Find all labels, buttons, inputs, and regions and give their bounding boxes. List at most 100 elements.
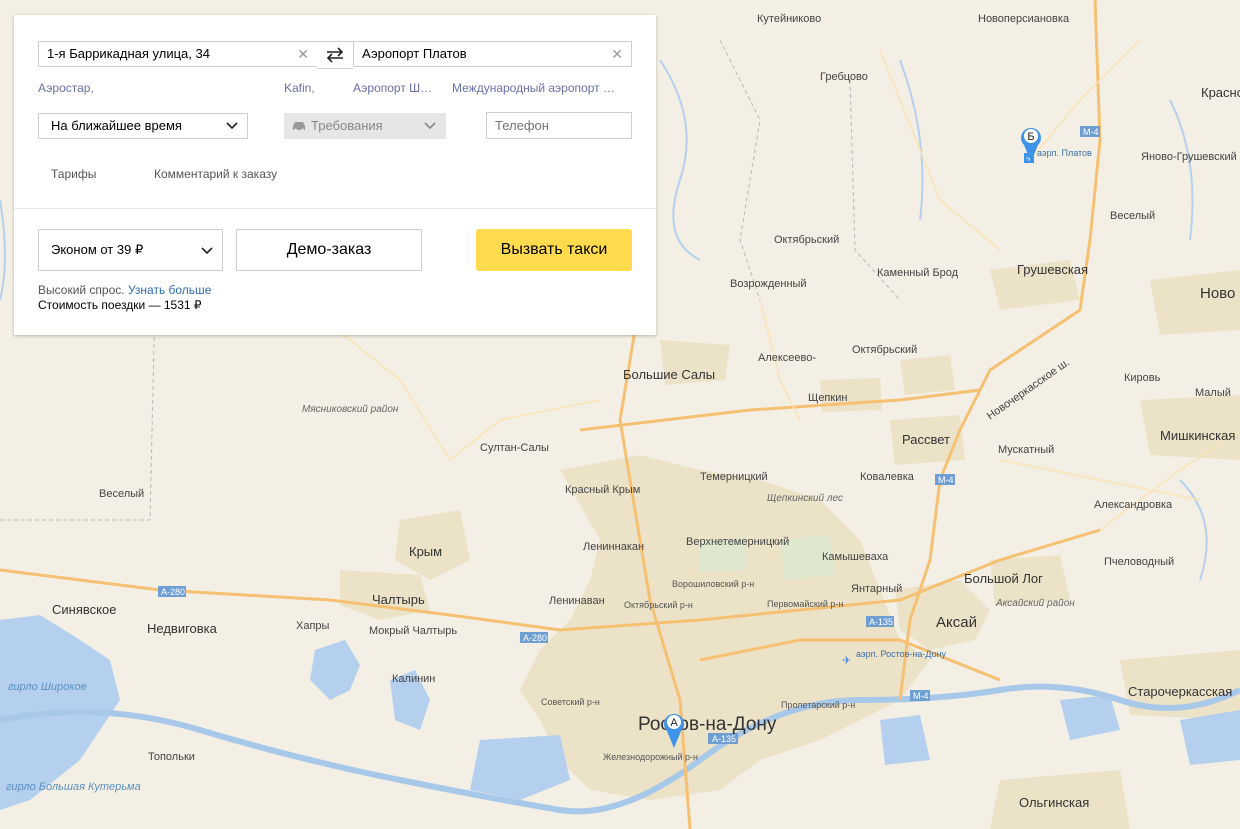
svg-text:Пчеловодный: Пчеловодный (1104, 556, 1174, 568)
svg-text:Яново-Грушевский: Яново-Грушевский (1141, 151, 1237, 163)
tariff-select-value: Эконом от 39 ₽ (51, 242, 144, 257)
label-nedvigovka: Недвиговка (147, 621, 218, 636)
label-starocherkasskaya: Старочеркасская (1128, 684, 1232, 699)
svg-text:Калинин: Калинин (392, 673, 435, 685)
label-mishkinskaya: Мишкинская (1160, 428, 1235, 443)
svg-text:М-4: М-4 (913, 691, 929, 701)
requirements-label: Требования (311, 118, 383, 133)
phone-input[interactable] (486, 112, 632, 139)
svg-text:А: А (670, 717, 678, 729)
svg-text:Мокрый Чалтырь: Мокрый Чалтырь (369, 625, 457, 637)
svg-text:А-280: А-280 (523, 633, 547, 643)
label-chaltyr: Чалтырь (372, 592, 425, 607)
svg-text:Железнодорожный р-н: Железнодорожный р-н (603, 752, 698, 762)
svg-text:Ковалевка: Ковалевка (860, 471, 915, 483)
learn-more-link[interactable]: Узнать больше (128, 283, 211, 297)
demo-order-button[interactable]: Демо-заказ (236, 229, 422, 271)
to-address-value: Аэропорт Платов (362, 46, 467, 61)
demand-text: Высокий спрос. (38, 283, 125, 297)
suggestion-kafin[interactable]: Kafin, (284, 81, 315, 95)
tariffs-link[interactable]: Тарифы (51, 167, 96, 181)
svg-text:Топольки: Топольки (148, 751, 195, 763)
time-select[interactable]: На ближайшее время (38, 113, 248, 139)
label-sinyavskoe: Синявское (52, 602, 116, 617)
svg-text:А-135: А-135 (712, 734, 736, 744)
clear-to-icon[interactable]: ✕ (611, 42, 623, 66)
suggestion-intl-airport[interactable]: Международный аэропорт … (452, 81, 615, 95)
label-rassvet: Рассвет (902, 432, 950, 447)
svg-text:Ворошиловский р-н: Ворошиловский р-н (672, 579, 754, 589)
label-krasnodar: Краснодар (1201, 85, 1240, 100)
label-grushevskaya: Грушевская (1017, 262, 1088, 277)
chevron-down-icon (201, 247, 213, 255)
svg-text:Октябрьский: Октябрьский (852, 344, 917, 356)
svg-text:Янтарный: Янтарный (851, 583, 902, 595)
taxi-order-panel: 1-я Баррикадная улица, 34 ✕ Аэропорт Пла… (14, 15, 656, 335)
svg-text:Пролетарский р-н: Пролетарский р-н (781, 700, 855, 710)
svg-text:Октябрьский р-н: Октябрьский р-н (624, 600, 693, 610)
svg-text:Мускатный: Мускатный (998, 444, 1054, 456)
svg-text:Кировь: Кировь (1124, 372, 1161, 384)
svg-text:Алексеево-: Алексеево- (758, 352, 816, 364)
comment-link[interactable]: Комментарий к заказу (154, 167, 277, 181)
svg-text:Мясниковский район: Мясниковский район (302, 404, 399, 415)
demand-info: Высокий спрос. Узнать больше (38, 283, 211, 297)
svg-text:гирло Большая Кутерьма: гирло Большая Кутерьма (6, 781, 141, 793)
label-aksay: Аксай (936, 614, 977, 631)
clear-from-icon[interactable]: ✕ (297, 42, 309, 66)
svg-text:Гребцово: Гребцово (820, 71, 868, 83)
svg-text:Камышеваха: Камышеваха (822, 551, 889, 563)
label-rostov: Ростов-на-Дону (638, 714, 777, 735)
svg-text:Октябрьский: Октябрьский (774, 234, 839, 246)
svg-text:Возрожденный: Возрожденный (730, 278, 807, 290)
svg-text:Хапры: Хапры (296, 620, 330, 632)
tariff-select[interactable]: Эконом от 39 ₽ (38, 229, 223, 271)
svg-text:Щепкин: Щепкин (808, 392, 847, 404)
svg-text:гирло Широкое: гирло Широкое (8, 681, 87, 693)
svg-text:Новоперсиановка: Новоперсиановка (978, 13, 1070, 25)
chevron-down-icon (226, 122, 238, 130)
svg-text:Веселый: Веселый (99, 488, 144, 500)
swap-addresses-button[interactable] (317, 41, 353, 69)
svg-text:Б: Б (1027, 131, 1034, 143)
svg-text:Темерницкий: Темерницкий (700, 471, 768, 483)
svg-text:Красный Крым: Красный Крым (565, 484, 640, 496)
label-bolshoy-log: Большой Лог (964, 571, 1043, 586)
from-address-field[interactable]: 1-я Баррикадная улица, 34 ✕ (38, 41, 318, 67)
label-olginskaya: Ольгинская (1019, 795, 1089, 810)
svg-text:Кутейниково: Кутейниково (757, 13, 821, 25)
svg-text:М-4: М-4 (938, 475, 954, 485)
svg-text:Ленинаван: Ленинаван (549, 595, 605, 607)
svg-text:Первомайский р-н: Первомайский р-н (767, 599, 843, 609)
divider (14, 208, 656, 209)
svg-text:М-4: М-4 (1083, 127, 1099, 137)
label-bolshie-saly: Большие Салы (623, 367, 715, 382)
svg-text:аэрп. Ростов-на-Дону: аэрп. Ростов-на-Дону (856, 649, 947, 659)
to-address-field[interactable]: Аэропорт Платов ✕ (353, 41, 632, 67)
chevron-down-icon (424, 122, 436, 130)
from-address-value: 1-я Баррикадная улица, 34 (47, 46, 210, 61)
swap-icon (326, 47, 344, 63)
svg-text:Щепкинский лес: Щепкинский лес (767, 493, 843, 504)
suggestion-airport-sh[interactable]: Аэропорт Ш… (353, 81, 432, 95)
airplane-icon: ✈ (842, 655, 851, 667)
time-select-value: На ближайшее время (51, 118, 182, 133)
svg-text:Малый: Малый (1195, 387, 1231, 399)
label-novo: Ново (1200, 285, 1235, 302)
svg-text:Советский р-н: Советский р-н (541, 697, 600, 707)
svg-text:Верхнетемерницкий: Верхнетемерницкий (686, 536, 789, 548)
svg-text:аэрп. Платов: аэрп. Платов (1037, 148, 1092, 158)
trip-price: Стоимость поездки — 1531 ₽ (38, 298, 202, 312)
requirements-select[interactable]: Требования (284, 113, 446, 139)
call-taxi-button[interactable]: Вызвать такси (476, 229, 632, 271)
svg-text:А-280: А-280 (161, 587, 185, 597)
label-krym: Крым (409, 544, 442, 559)
svg-text:Александровка: Александровка (1094, 499, 1173, 511)
suggestion-aerostar[interactable]: Аэростар, (38, 81, 94, 95)
svg-text:Аксайский район: Аксайский район (995, 598, 1075, 609)
svg-text:А-135: А-135 (869, 617, 893, 627)
car-icon (293, 122, 305, 132)
svg-text:Султан-Салы: Султан-Салы (480, 442, 549, 454)
svg-text:Веселый: Веселый (1110, 210, 1155, 222)
svg-text:Каменный Брод: Каменный Брод (877, 267, 959, 279)
